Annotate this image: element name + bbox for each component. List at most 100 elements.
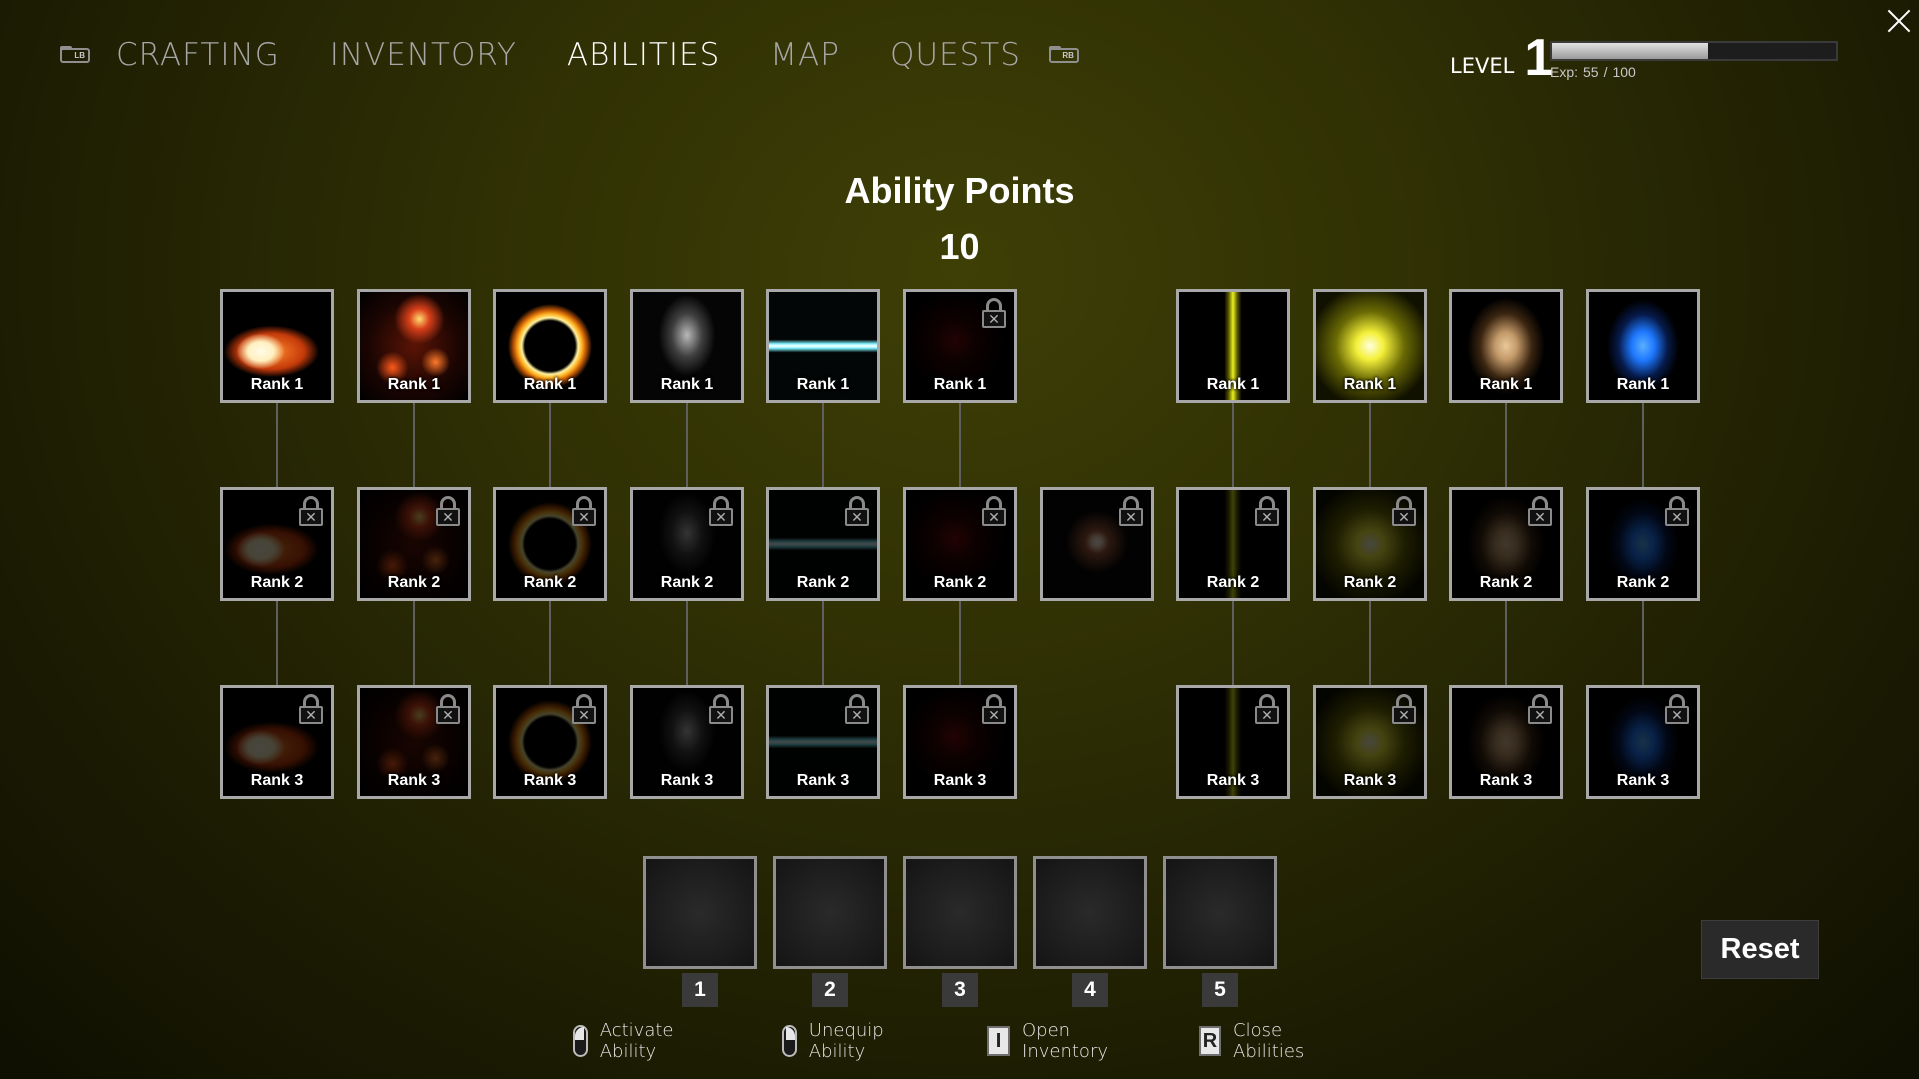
experience-bar <box>1550 41 1838 61</box>
ability-tile-blue-orb-rank-2[interactable]: ✕ Rank 2 <box>1586 487 1700 601</box>
rank-label: Rank 2 <box>1343 574 1397 591</box>
hint-label: Unequip Ability <box>808 1020 884 1062</box>
rank-label: Rank 3 <box>1206 772 1260 789</box>
rank-connector <box>1642 601 1644 685</box>
rank-connector <box>413 601 415 685</box>
hotbar-slot-2[interactable] <box>773 856 887 969</box>
rank-label: Rank 2 <box>933 574 987 591</box>
rank-label: Rank 1 <box>1206 376 1260 393</box>
rank-connector <box>686 601 688 685</box>
ability-tile-embers-rank-3[interactable]: ✕ Rank 3 <box>357 685 471 799</box>
ability-tile-dark-glow-rank-1[interactable]: ✕ Rank 1 <box>903 289 1017 403</box>
ability-tile-fireball-rank-3[interactable]: ✕ Rank 3 <box>220 685 334 799</box>
rank-connector <box>413 403 415 487</box>
tab-crafting[interactable]: CRAFTING <box>116 37 280 73</box>
rank-label: Rank 1 <box>1343 376 1397 393</box>
ability-tile-dark-glow-rank-3[interactable]: ✕ Rank 3 <box>903 685 1017 799</box>
rank-connector <box>1232 403 1234 487</box>
ability-tile-lightning-rank-3[interactable]: ✕ Rank 3 <box>766 685 880 799</box>
lock-icon: ✕ <box>299 496 323 526</box>
ability-tile-light-beam-rank-3[interactable]: ✕ Rank 3 <box>1176 685 1290 799</box>
hint-unequip-ability: Unequip Ability <box>782 1020 891 1062</box>
rank-label: Rank 2 <box>387 574 441 591</box>
rank-label: Rank 3 <box>387 772 441 789</box>
lock-icon: ✕ <box>982 694 1006 724</box>
reset-button[interactable]: Reset <box>1701 920 1819 979</box>
rank-label: Rank 1 <box>523 376 577 393</box>
experience-separator: / <box>1603 64 1608 80</box>
ability-tile-lightning-rank-1[interactable]: Rank 1 <box>766 289 880 403</box>
ability-tile-dust-orb-rank-3[interactable]: ✕ Rank 3 <box>1449 685 1563 799</box>
ability-tile-lightning-rank-2[interactable]: ✕ Rank 2 <box>766 487 880 601</box>
experience-prefix: Exp: <box>1550 64 1579 80</box>
ability-points-value: 10 <box>939 226 980 267</box>
rank-label: Rank 1 <box>387 376 441 393</box>
hotbar-slot-1[interactable] <box>643 856 757 969</box>
hint-close-abilities: R Close Abilities <box>1199 1020 1314 1062</box>
lock-icon: ✕ <box>572 694 596 724</box>
ability-tile-dark-glow-rank-2[interactable]: ✕ Rank 2 <box>903 487 1017 601</box>
tab-map[interactable]: MAP <box>770 37 840 73</box>
rank-label: Rank 1 <box>796 376 850 393</box>
ability-tile-embers-rank-1[interactable]: Rank 1 <box>357 289 471 403</box>
rank-connector <box>549 403 551 487</box>
lock-icon: ✕ <box>1119 496 1143 526</box>
ability-tile-holy-burst-rank-2[interactable]: ✕ Rank 2 <box>1313 487 1427 601</box>
lock-icon: ✕ <box>299 694 323 724</box>
close-icon[interactable] <box>1886 8 1912 34</box>
rank-label: Rank 1 <box>250 376 304 393</box>
ability-tile-embers-rank-2[interactable]: ✕ Rank 2 <box>357 487 471 601</box>
rank-connector <box>822 403 824 487</box>
ability-tile-light-beam-rank-1[interactable]: Rank 1 <box>1176 289 1290 403</box>
rank-label: Rank 3 <box>796 772 850 789</box>
experience-block: Exp: 55 / 100 <box>1550 41 1838 80</box>
ability-tile-dust-orb-rank-1[interactable]: Rank 1 <box>1449 289 1563 403</box>
ability-tile-fire-ring-rank-1[interactable]: Rank 1 <box>493 289 607 403</box>
rank-label: Rank 2 <box>1616 574 1670 591</box>
experience-current: 55 <box>1583 64 1599 80</box>
hint-label: Open Inventory <box>1022 1020 1108 1062</box>
rank-connector <box>276 403 278 487</box>
ability-tile-tornado-rank-1[interactable]: Rank 1 <box>630 289 744 403</box>
mouse-right-icon <box>782 1025 797 1057</box>
lock-icon: ✕ <box>1665 694 1689 724</box>
experience-bar-fill <box>1552 43 1709 59</box>
ability-tile-tornado-rank-2[interactable]: ✕ Rank 2 <box>630 487 744 601</box>
ability-tile-blue-orb-rank-1[interactable]: Rank 1 <box>1586 289 1700 403</box>
ability-tile-star-flash-rank-2[interactable]: ✕ <box>1040 487 1154 601</box>
ability-tile-fireball-rank-2[interactable]: ✕ Rank 2 <box>220 487 334 601</box>
hotbar-slot-5[interactable] <box>1163 856 1277 969</box>
ability-tile-holy-burst-rank-3[interactable]: ✕ Rank 3 <box>1313 685 1427 799</box>
lock-icon: ✕ <box>1528 694 1552 724</box>
ability-tile-fire-ring-rank-3[interactable]: ✕ Rank 3 <box>493 685 607 799</box>
rank-label: Rank 3 <box>523 772 577 789</box>
ability-tile-fireball-rank-1[interactable]: Rank 1 <box>220 289 334 403</box>
lock-icon: ✕ <box>1528 496 1552 526</box>
rank-connector <box>822 601 824 685</box>
ability-tile-blue-orb-rank-3[interactable]: ✕ Rank 3 <box>1586 685 1700 799</box>
ability-tile-light-beam-rank-2[interactable]: ✕ Rank 2 <box>1176 487 1290 601</box>
key-i-icon: I <box>987 1026 1011 1056</box>
key-r-icon: R <box>1199 1026 1222 1056</box>
tab-inventory[interactable]: INVENTORY <box>330 37 517 73</box>
ability-tile-holy-burst-rank-1[interactable]: Rank 1 <box>1313 289 1427 403</box>
lock-icon: ✕ <box>436 694 460 724</box>
lb-bumper-icon: LB <box>60 45 90 63</box>
hotbar-slot-4[interactable] <box>1033 856 1147 969</box>
lock-icon: ✕ <box>572 496 596 526</box>
hotbar-slot-3[interactable] <box>903 856 1017 969</box>
rank-label: Rank 1 <box>1616 376 1670 393</box>
tab-quests[interactable]: QUESTS <box>890 37 1021 73</box>
ability-tile-dust-orb-rank-2[interactable]: ✕ Rank 2 <box>1449 487 1563 601</box>
rank-connector <box>686 403 688 487</box>
tab-abilities[interactable]: ABILITIES <box>567 37 720 73</box>
hotbar-slot-number: 5 <box>1202 973 1238 1007</box>
hint-open-inventory: I Open Inventory <box>987 1020 1117 1062</box>
ability-tile-fire-ring-rank-2[interactable]: ✕ Rank 2 <box>493 487 607 601</box>
rank-connector <box>1232 601 1234 685</box>
hotbar-slot-number: 2 <box>812 973 848 1007</box>
rank-label: Rank 1 <box>933 376 987 393</box>
rank-connector <box>276 601 278 685</box>
ability-tile-tornado-rank-3[interactable]: ✕ Rank 3 <box>630 685 744 799</box>
rank-connector <box>959 403 961 487</box>
